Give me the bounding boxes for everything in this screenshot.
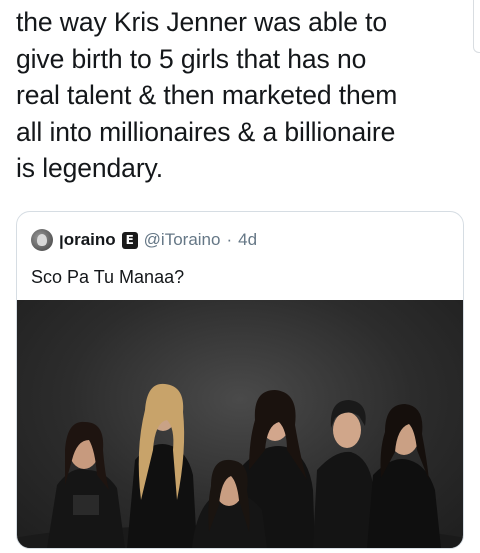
quoted-handle[interactable]: @iToraino xyxy=(144,230,221,250)
quoted-tweet-card[interactable]: ꞁoraino E @iToraino · 4d Sco Pa Tu Manaa… xyxy=(16,211,464,549)
tweet-text-line: is legendary. xyxy=(16,153,163,183)
quoted-timestamp[interactable]: 4d xyxy=(238,230,257,250)
quoted-tweet-photo[interactable] xyxy=(17,300,463,548)
person-figure xyxy=(127,383,197,548)
tweet-text-line: real talent & then marketed them xyxy=(16,80,398,110)
group-photo-illustration xyxy=(17,383,463,548)
user-avatar-icon[interactable] xyxy=(31,229,53,251)
quoted-tweet-text: Sco Pa Tu Manaa? xyxy=(31,267,185,287)
person-figure xyxy=(47,421,125,548)
person-figure xyxy=(367,404,441,548)
separator-dot: · xyxy=(226,230,233,249)
tweet-text-line: give birth to 5 girls that has no xyxy=(16,43,367,74)
verified-badge-icon: E xyxy=(121,231,138,249)
quoted-display-name[interactable]: ꞁoraino xyxy=(59,230,116,250)
scroll-indicator[interactable] xyxy=(473,0,480,53)
tweet-text-line: all into millionaires & a billionaire xyxy=(16,116,396,147)
person-figure xyxy=(313,400,377,548)
tweet-text-line: the way Kris Jenner was able to xyxy=(16,7,388,37)
quoted-tweet-header: ꞁoraino E @iToraino · 4d xyxy=(31,229,257,251)
tweet-text: the way Kris Jenner was able to give bir… xyxy=(16,4,466,187)
